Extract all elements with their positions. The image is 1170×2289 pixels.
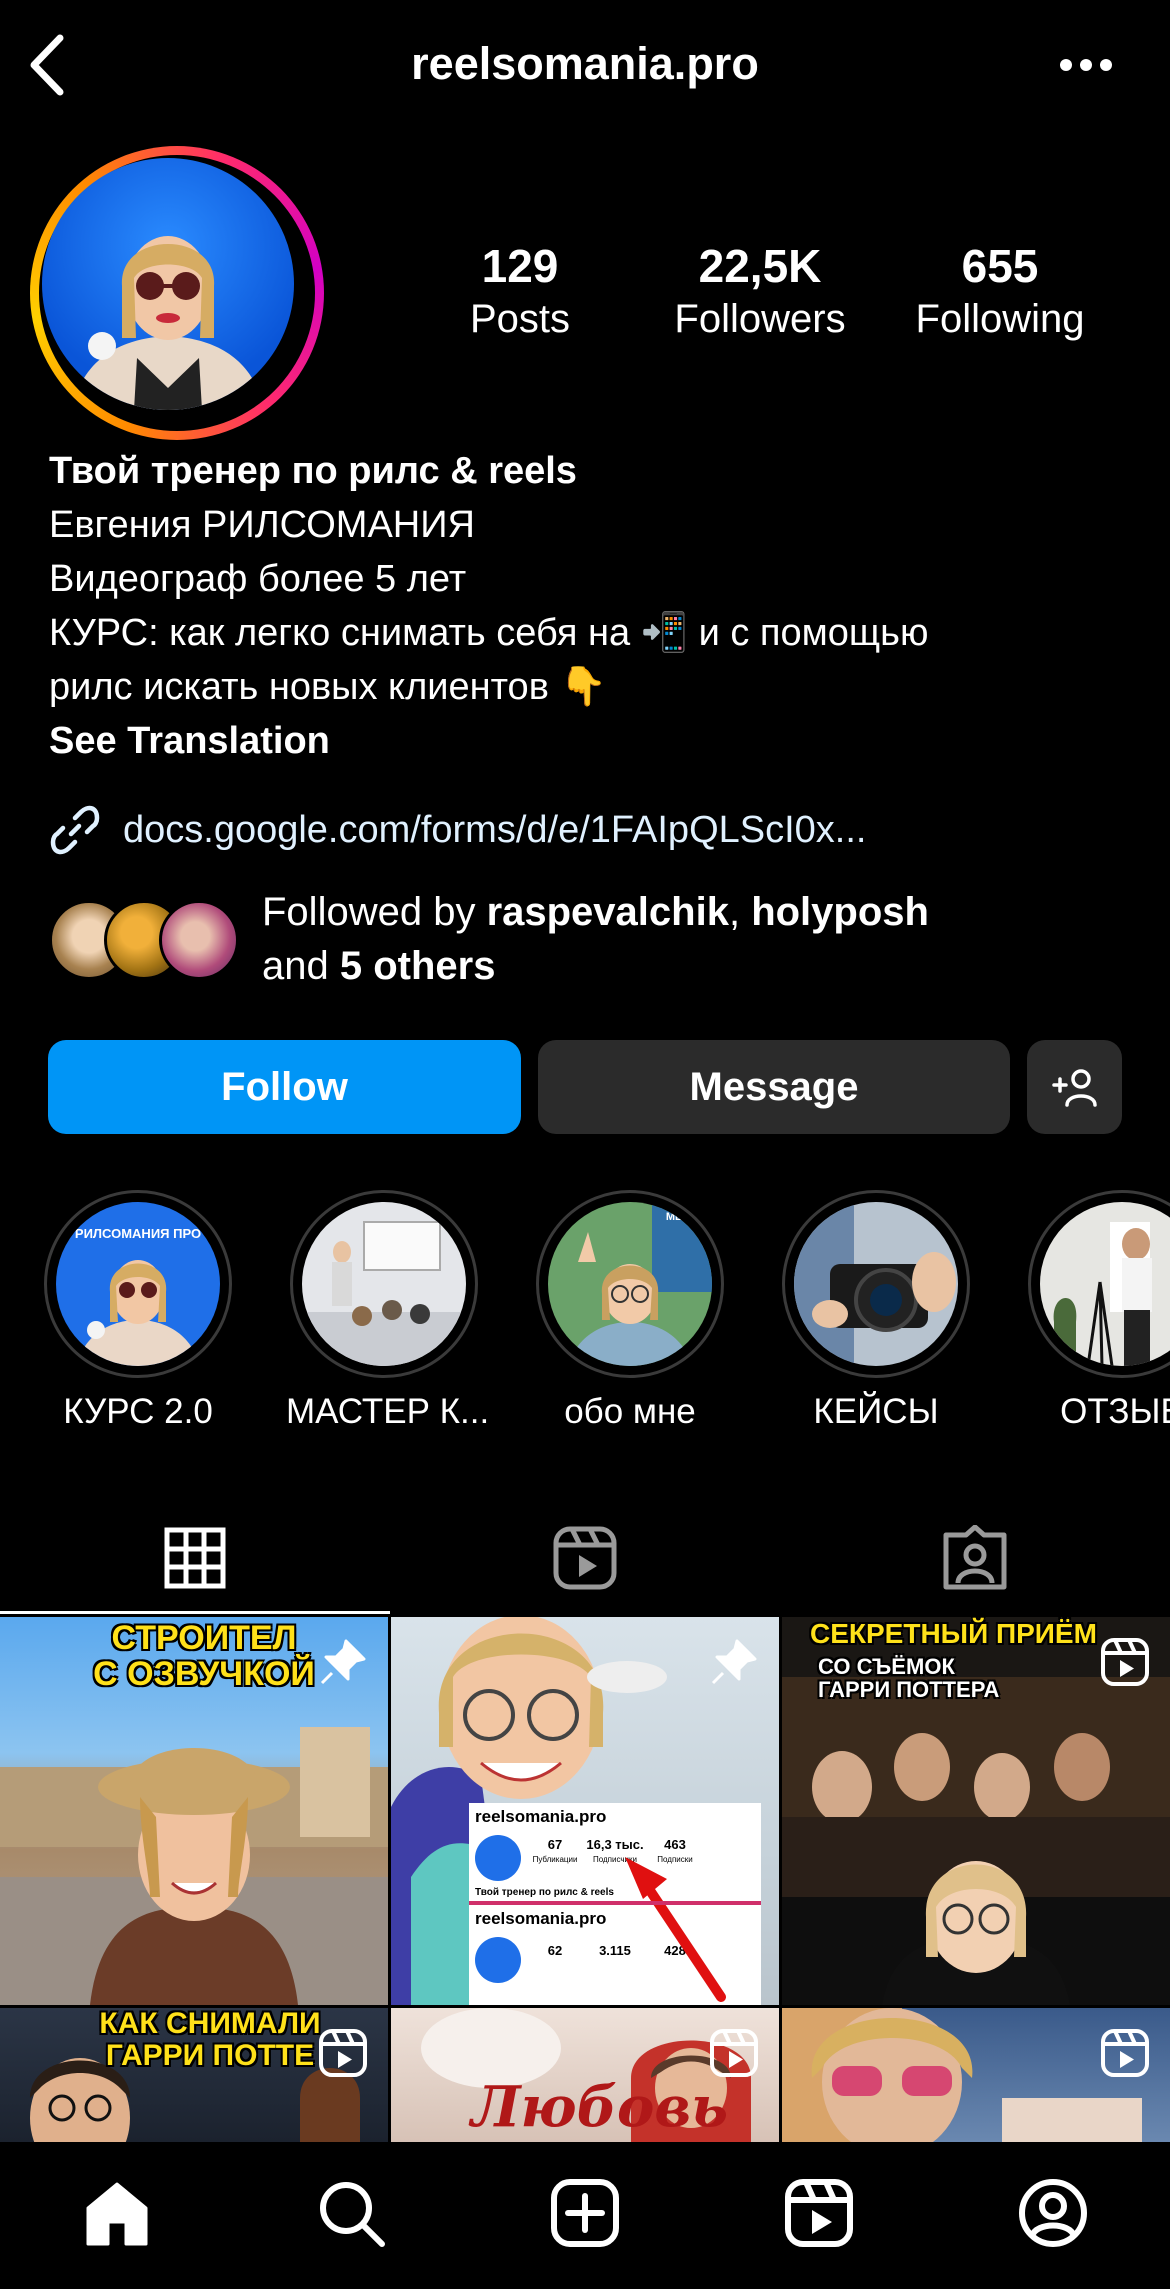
highlight-cover: [794, 1202, 958, 1366]
pin-icon: [318, 1637, 368, 1692]
search-icon: [320, 2182, 385, 2247]
tab-reels[interactable]: [390, 1500, 780, 1616]
post-thumbnail[interactable]: Любовь: [391, 2008, 779, 2142]
reels-icon: [709, 2028, 759, 2083]
following-count-label: Following: [915, 297, 1085, 341]
bio-line: Видеограф более 5 лет: [49, 558, 467, 600]
more-options-button[interactable]: [1060, 50, 1112, 80]
profile-icon: [1019, 2179, 1087, 2247]
nav-search[interactable]: [314, 2176, 388, 2250]
tab-tagged[interactable]: [780, 1500, 1170, 1616]
bio-line: Евгения РИЛСОМАНИЯ: [49, 504, 475, 546]
pin-icon: [709, 1637, 759, 1692]
bottom-navigation: [0, 2142, 1170, 2289]
followed-by[interactable]: Followed by raspevalchik, holyposh and 5…: [49, 884, 929, 994]
see-translation-link[interactable]: See Translation: [49, 714, 1139, 768]
grid-icon: [164, 1527, 226, 1589]
bio-link-text: docs.google.com/forms/d/e/1FAIpQLScI0x..…: [123, 808, 867, 851]
post-caption: КАК СНИМАЛИ ГАРРИ ПОТТЕ: [99, 2008, 321, 2072]
following-count-value: 655: [961, 240, 1039, 292]
highlight-label: КЕЙСЫ: [813, 1392, 939, 1431]
tab-posts-grid[interactable]: [0, 1500, 390, 1616]
post-thumbnail[interactable]: СЕКРЕТНЫЙ ПРИЁМ СО СЪЁМОК ГАРРИ ПОТТЕРА: [782, 1617, 1170, 2005]
highlight-label: КУРС 2.0: [63, 1392, 213, 1431]
nav-reels[interactable]: [782, 2176, 856, 2250]
post-caption: СТРОИТЕЛ С ОЗВУЧКОЙ: [93, 1619, 315, 1693]
post-subcaption: СО СЪЁМОК ГАРРИ ПОТТЕРА: [818, 1654, 1000, 1703]
profile-avatar: [42, 158, 294, 410]
nav-home[interactable]: [80, 2176, 154, 2250]
add-post-icon: [551, 2179, 619, 2247]
reels-icon: [1100, 1637, 1150, 1692]
profile-stats: 129 Posts 22,5K Followers 655 Following: [440, 238, 1120, 358]
bio-name: Твой тренер по рилс & reels: [49, 450, 577, 492]
svg-text:МЕНЯ: МЕНЯ: [666, 1211, 698, 1223]
story-highlight[interactable]: ОТЗЫВ: [1024, 1190, 1170, 1432]
posts-count[interactable]: 129 Posts: [440, 238, 600, 344]
post-caption: Любовь: [471, 2074, 729, 2140]
story-highlight[interactable]: МАСТЕР К...: [286, 1190, 490, 1432]
bio-line: рилс искать новых клиентов 👇: [49, 666, 607, 708]
story-highlight[interactable]: КЕЙСЫ: [778, 1190, 974, 1432]
post-thumbnail[interactable]: reelsomania.pro 67 16,3 тыс. 463 Публика…: [391, 1617, 779, 2005]
highlight-label: МАСТЕР К...: [286, 1392, 490, 1431]
reels-icon: [553, 1526, 617, 1590]
follow-button[interactable]: Follow: [48, 1040, 521, 1134]
tagged-user-icon: [943, 1525, 1007, 1590]
highlight-cover: РИЛСОМАНИЯ ПРО: [56, 1202, 220, 1366]
highlight-cover: [1040, 1202, 1170, 1366]
profile-bio: Твой тренер по рилс & reels Евгения РИЛС…: [49, 444, 1139, 768]
svg-text:РИЛСОМАНИЯ ПРО: РИЛСОМАНИЯ ПРО: [75, 1226, 201, 1241]
nav-create[interactable]: [548, 2176, 622, 2250]
home-icon: [86, 2182, 148, 2246]
suggested-accounts-button[interactable]: [1027, 1040, 1122, 1134]
profile-tabs: [0, 1500, 1170, 1616]
bio-link[interactable]: docs.google.com/forms/d/e/1FAIpQLScI0x..…: [49, 800, 866, 860]
highlight-label: обо мне: [564, 1392, 696, 1431]
post-thumbnail[interactable]: СТРОИТЕЛ С ОЗВУЧКОЙ: [0, 1617, 388, 2005]
reels-icon: [785, 2179, 853, 2247]
active-tab-indicator: [0, 1611, 390, 1614]
post-thumbnail[interactable]: КАК СНИМАЛИ ГАРРИ ПОТТЕ: [0, 2008, 388, 2142]
posts-count-label: Posts: [469, 297, 571, 341]
mutual-avatars: [49, 894, 239, 984]
more-horizontal-icon: [1060, 59, 1112, 71]
story-highlight[interactable]: МЕНЯ обо мне: [532, 1190, 728, 1432]
message-button[interactable]: Message: [538, 1040, 1010, 1134]
reels-icon: [1100, 2028, 1150, 2083]
posts-grid: СТРОИТЕЛ С ОЗВУЧКОЙ reelsomania.pro 67 1…: [0, 1617, 1170, 2142]
post-thumbnail[interactable]: [782, 2008, 1170, 2142]
followers-count-value: 22,5K: [698, 240, 822, 292]
nav-profile[interactable]: [1016, 2176, 1090, 2250]
followers-count-label: Followers: [674, 297, 846, 341]
highlight-cover: [302, 1202, 466, 1366]
link-icon: [50, 805, 100, 855]
followers-count[interactable]: 22,5K Followers: [660, 238, 860, 344]
profile-avatar-story-ring[interactable]: [30, 146, 324, 440]
highlight-label: ОТЗЫВ: [1060, 1392, 1170, 1431]
posts-count-value: 129: [481, 240, 559, 292]
top-bar: reelsomania.pro: [0, 0, 1170, 130]
highlight-cover: МЕНЯ: [548, 1202, 712, 1366]
avatar: [159, 900, 239, 980]
profile-username: reelsomania.pro: [411, 38, 759, 89]
bio-line: КУРС: как легко снимать себя на 📲 и с по…: [49, 612, 929, 654]
story-highlight[interactable]: РИЛСОМАНИЯ ПРО КУРС 2.0: [40, 1190, 236, 1432]
reels-icon: [318, 2028, 368, 2083]
add-person-icon: [1051, 1069, 1097, 1107]
following-count[interactable]: 655 Following: [900, 238, 1100, 344]
followed-by-text: Followed by raspevalchik, holyposh and 5…: [262, 890, 929, 988]
